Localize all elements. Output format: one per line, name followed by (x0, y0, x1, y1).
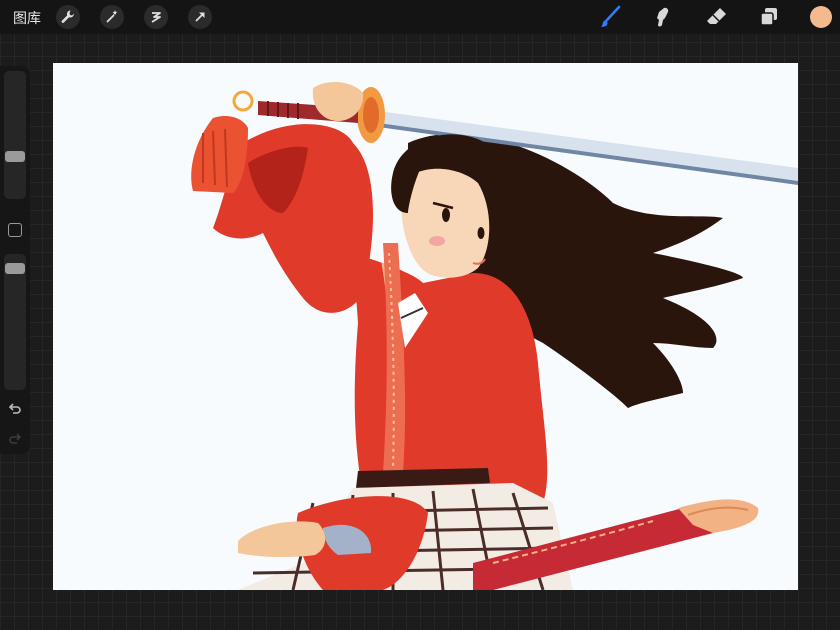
drawing-canvas[interactable] (53, 63, 798, 590)
color-picker-button[interactable] (810, 6, 832, 28)
layers-icon[interactable] (757, 5, 781, 29)
opacity-slider[interactable] (4, 254, 26, 390)
transform-arrow-icon[interactable] (188, 5, 212, 29)
smudge-icon[interactable] (650, 5, 674, 29)
magic-wand-icon[interactable] (100, 5, 124, 29)
brush-size-slider[interactable] (4, 71, 26, 199)
mulan-illustration (191, 81, 798, 590)
selection-icon[interactable] (144, 5, 168, 29)
gallery-button[interactable]: 图库 (13, 8, 41, 28)
wrench-icon[interactable] (56, 5, 80, 29)
modify-square-icon[interactable] (8, 223, 22, 237)
top-toolbar: 图库 (0, 0, 840, 34)
undo-icon[interactable] (7, 402, 23, 418)
redo-icon[interactable] (7, 432, 23, 448)
sidebar (0, 66, 30, 454)
eraser-icon[interactable] (704, 5, 728, 29)
brush-icon[interactable] (598, 5, 622, 29)
opacity-thumb[interactable] (5, 263, 25, 274)
brush-size-thumb[interactable] (5, 151, 25, 162)
